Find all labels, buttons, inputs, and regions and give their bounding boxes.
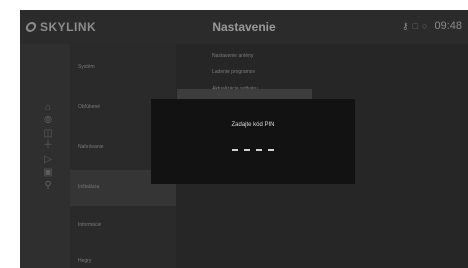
tv-icon[interactable]: ▣ — [42, 167, 54, 178]
stop-icon: □ — [412, 21, 419, 31]
clock: 09:48 — [434, 20, 462, 32]
pin-dialog: Zadajte kód PIN — [151, 99, 355, 184]
menu-item-games[interactable]: Hegry — [70, 244, 176, 268]
menu-item-system[interactable]: Systém — [70, 50, 176, 86]
compass-icon[interactable]: ⦾ — [42, 115, 54, 126]
pin-slot — [232, 149, 238, 151]
play-icon[interactable]: ▷ — [42, 154, 54, 165]
home-icon[interactable]: ⌂ — [42, 102, 54, 113]
key-icon: ⚷ — [402, 21, 409, 31]
record-icon: ○ — [422, 21, 428, 31]
menu-item-label: Hegry — [78, 258, 92, 264]
menu-item-label: Nahrávanie — [78, 144, 104, 150]
pin-input[interactable] — [151, 149, 355, 151]
menu-item-label: Informácie — [78, 222, 102, 228]
menu-item-information[interactable]: Informácie — [70, 208, 176, 244]
search-icon[interactable]: ⚲ — [42, 180, 54, 191]
icon-rail: ⌂ ⦾ ◫ ＋ ▷ ▣ ⚲ — [20, 44, 70, 268]
catchup-icon[interactable]: ◫ — [42, 128, 54, 139]
pin-slot — [268, 149, 274, 151]
status-area: ⚷ □ ○ 09:48 — [402, 20, 462, 32]
pin-slot — [256, 149, 262, 151]
content-item-antenna-setup[interactable]: Nastavenie antény — [212, 53, 253, 59]
page-title: Nastavenie — [212, 20, 276, 34]
pin-dialog-title: Zadajte kód PIN — [231, 122, 275, 128]
menu-item-label: Systém — [78, 64, 95, 70]
header-bar: SKYLINK Nastavenie ⚷ □ ○ 09:48 — [20, 10, 468, 44]
menu-item-label: Obľúbené — [78, 104, 101, 110]
menu-item-label: Inštalácia — [78, 184, 100, 190]
pin-slot — [244, 149, 250, 151]
tv-screen: SKYLINK Nastavenie ⚷ □ ○ 09:48 ⌂ ⦾ ◫ ＋ ▷… — [20, 10, 468, 268]
plus-icon[interactable]: ＋ — [42, 140, 54, 151]
content-item-channel-tuning[interactable]: Ladenie programov — [212, 69, 255, 75]
